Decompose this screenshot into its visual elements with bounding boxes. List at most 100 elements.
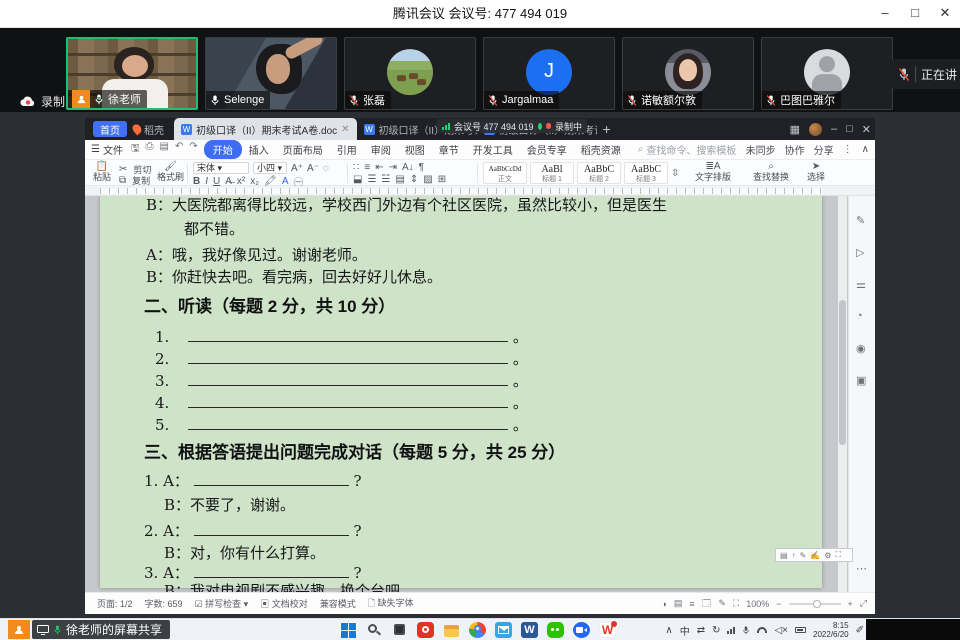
participant-tile-batu[interactable]: 巴图巴雅尔 <box>761 37 893 110</box>
participant-tile-nuomin[interactable]: 诺敏额尔敦 <box>622 37 754 110</box>
compat-mode-button[interactable]: 兼容模式 <box>320 597 356 610</box>
pen-icon[interactable]: ✎ <box>800 551 807 560</box>
select-button[interactable]: ➤ 选择 <box>807 161 825 183</box>
file-explorer-icon[interactable] <box>443 622 460 638</box>
more-tools-icon[interactable]: ⋯ <box>856 562 867 575</box>
ribbon-tab-references[interactable]: 引用 <box>330 142 364 157</box>
settings-slider-icon[interactable]: ⚌ <box>856 278 866 291</box>
shading-button[interactable]: ▨ <box>423 174 432 185</box>
participant-tile-zhanglei[interactable]: 张磊 <box>344 37 476 110</box>
proofing-button[interactable]: ▣ 文档校对 <box>260 597 308 610</box>
meeting-share-taskbar-icon[interactable] <box>8 620 30 639</box>
ribbon-tab-view[interactable]: 视图 <box>398 142 432 157</box>
pointer-icon[interactable]: ↑ <box>792 551 796 560</box>
style-heading2[interactable]: AaBbC 标题 2 <box>577 162 621 184</box>
share-button[interactable]: 分享 <box>814 142 834 157</box>
ribbon-tab-developer[interactable]: 开发工具 <box>466 142 520 157</box>
battery-icon[interactable] <box>795 627 806 633</box>
wps-home-button[interactable]: 首页 <box>93 121 127 137</box>
doc-tab-a[interactable]: W 初级口译（II）期末考试A卷.doc ✕ <box>174 118 357 140</box>
page-view-icon[interactable]: ▤ <box>674 598 683 609</box>
scrollbar-thumb[interactable] <box>839 300 846 445</box>
participant-tile-selenge[interactable]: Selenge <box>205 37 337 110</box>
show-marks-button[interactable]: ¶ <box>419 162 424 173</box>
export-icon[interactable]: ▤ <box>160 141 169 158</box>
eye-protect-icon[interactable]: ◑ <box>661 599 666 609</box>
clock[interactable]: 8:15 2022/6/20 <box>813 621 849 639</box>
input-language-indicator[interactable]: 中 <box>680 623 690 638</box>
font-size-select[interactable]: 小四 ▾ <box>253 162 287 174</box>
numbering-button[interactable]: ≡ <box>364 162 370 173</box>
ruler[interactable] <box>85 186 875 196</box>
screen-share-indicator[interactable]: 徐老师的屏幕共享 <box>32 620 170 639</box>
new-tab-button[interactable]: + <box>603 121 611 137</box>
wps-close-button[interactable]: ✕ <box>862 123 871 136</box>
stamp-icon[interactable]: ◉ <box>856 342 866 355</box>
undo-icon[interactable]: ↶ <box>175 141 183 158</box>
web-view-icon[interactable]: 🗔 <box>702 596 712 612</box>
floating-toolbar[interactable]: ▤ ↑ ✎ ✍ ⚙ ⛶ <box>775 548 853 562</box>
sync-icon[interactable]: ⇄ <box>697 625 705 636</box>
zoom-in-button[interactable]: + <box>848 599 853 609</box>
minimize-button[interactable]: – <box>870 0 900 28</box>
pointer-icon[interactable]: ▷ <box>856 246 864 259</box>
wps-minimize-button[interactable]: – <box>831 123 837 135</box>
collapse-ribbon-icon[interactable]: ∧ <box>862 144 869 155</box>
style-heading1[interactable]: AaBl 标题 1 <box>530 162 574 184</box>
answer-blank[interactable] <box>194 473 349 486</box>
answer-blank[interactable] <box>188 373 508 386</box>
text-tools-button[interactable]: ≣A 文字排版 <box>695 161 731 183</box>
zoom-slider-knob[interactable] <box>813 600 821 608</box>
redo-icon[interactable]: ↷ <box>189 141 197 158</box>
start-button[interactable] <box>340 622 357 638</box>
app-icon-red[interactable] <box>417 622 434 638</box>
pen-mode-icon[interactable]: ✎ <box>718 598 726 609</box>
task-view-icon[interactable] <box>392 622 409 638</box>
sort-button[interactable]: A↓ <box>402 162 414 173</box>
font-name-select[interactable]: 宋体 ▾ <box>193 162 249 174</box>
taskbar-search-icon[interactable] <box>366 622 383 638</box>
gear-icon[interactable]: ⚙ <box>824 551 831 560</box>
word-icon[interactable]: W <box>521 622 538 638</box>
file-menu[interactable]: ☰ 文件 <box>91 142 123 157</box>
comment-icon[interactable]: ✍ <box>810 551 820 560</box>
command-search[interactable]: ⌕ 查找命令、搜索模板 <box>638 142 737 157</box>
participant-tile-jargalmaa[interactable]: J Jargalmaa <box>483 37 615 110</box>
missing-fonts-button[interactable]: 🗋 缺失字体 <box>368 596 414 612</box>
justify-button[interactable]: ▤ <box>395 174 404 185</box>
paste-button[interactable]: 📋 粘贴 <box>93 161 111 183</box>
outdent-button[interactable]: ⇤ <box>375 162 383 173</box>
find-replace-button[interactable]: ⌕ 查找替换 <box>753 161 789 183</box>
ribbon-tab-pagelayout[interactable]: 页面布局 <box>276 142 330 157</box>
fullscreen-icon[interactable]: ⤢ <box>860 598 867 609</box>
speaking-indicator-panel[interactable]: 正在讲 <box>891 59 960 89</box>
answer-blank[interactable] <box>188 351 508 364</box>
align-left-button[interactable]: ⬓ <box>353 174 362 185</box>
zoom-value[interactable]: 100% <box>746 599 769 609</box>
tray-mic-icon[interactable] <box>742 625 750 636</box>
more-icon[interactable]: ⋮ <box>843 144 853 155</box>
update-icon[interactable]: ↻ <box>712 625 720 636</box>
document-page[interactable]: B：大医院都离得比较远，学校西门外边有个社区医院，虽然比较小，但是医生 都不错。… <box>100 196 822 588</box>
ribbon-tab-insert[interactable]: 插入 <box>242 142 276 157</box>
close-button[interactable]: ✕ <box>930 0 960 28</box>
tray-chevron-icon[interactable]: ∧ <box>665 625 672 636</box>
bullets-button[interactable]: ∷ <box>353 162 359 173</box>
participant-tile-xulaoshi[interactable]: 徐老师 <box>66 37 198 110</box>
clear-format-icon[interactable]: ◌ <box>323 163 329 174</box>
grow-font-icon[interactable]: A⁺ <box>291 163 303 174</box>
ribbon-tab-section[interactable]: 章节 <box>432 142 466 157</box>
align-center-button[interactable]: ☰ <box>367 174 376 185</box>
style-heading3[interactable]: AaBbC 标题 3 <box>624 162 668 184</box>
wifi-icon[interactable] <box>757 627 767 633</box>
wechat-icon[interactable] <box>547 622 564 638</box>
shrink-font-icon[interactable]: A⁻ <box>307 163 319 174</box>
fit-page-icon[interactable]: ⛶ <box>733 598 739 609</box>
mail-icon[interactable] <box>495 622 512 638</box>
indent-button[interactable]: ⇥ <box>389 162 397 173</box>
styles-scroll-icon[interactable]: ⇳ <box>671 168 679 179</box>
page-icon[interactable]: ▤ <box>780 551 788 560</box>
sync-status-button[interactable]: 未同步 <box>746 142 776 157</box>
user-avatar[interactable] <box>809 123 822 136</box>
maximize-button[interactable]: □ <box>900 0 930 28</box>
